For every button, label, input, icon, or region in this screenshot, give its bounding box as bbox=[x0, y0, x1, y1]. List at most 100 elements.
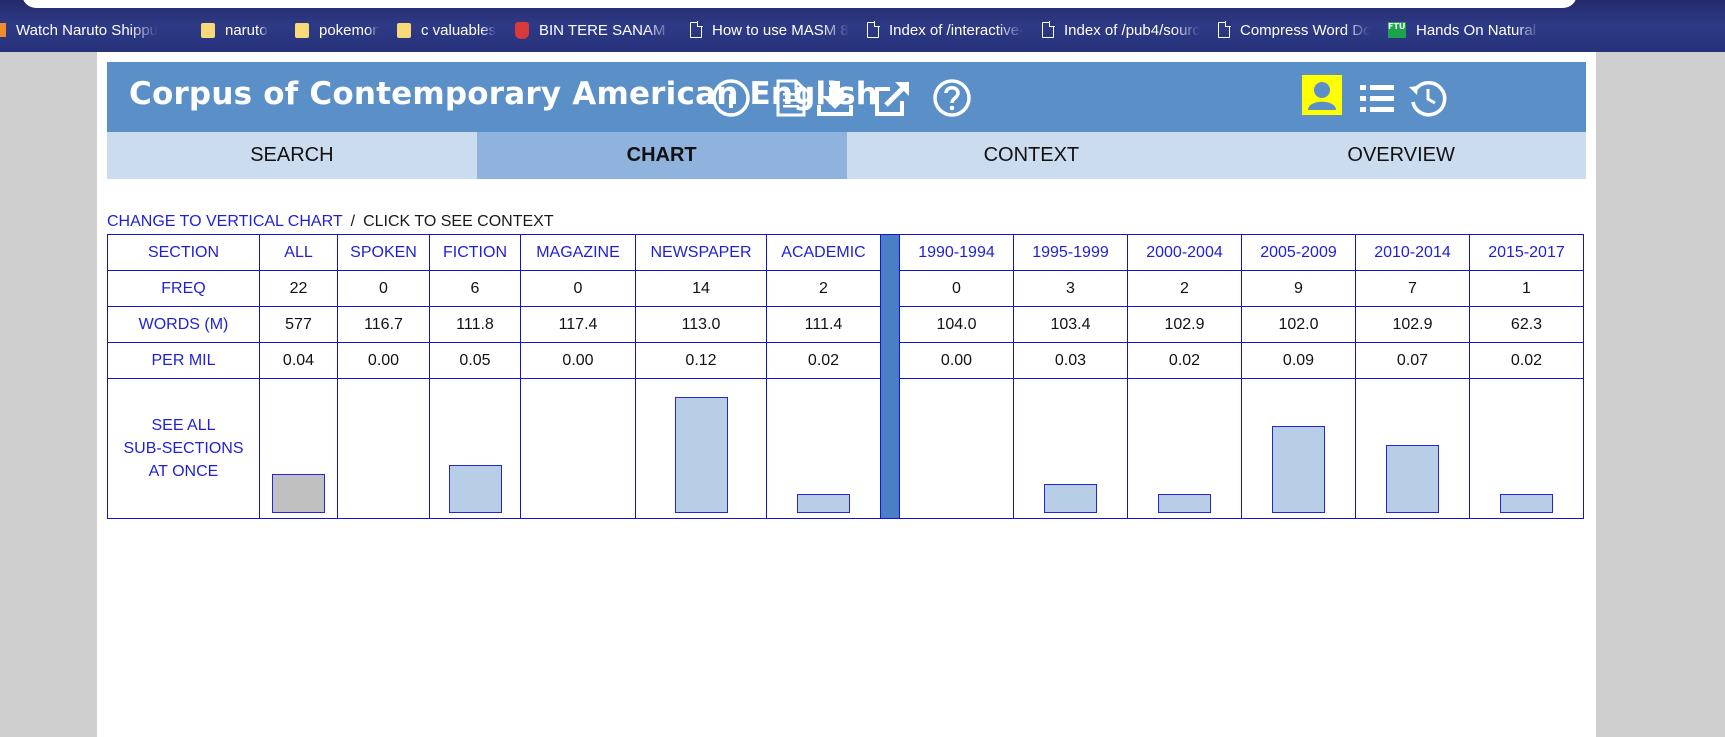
history-icon[interactable] bbox=[1407, 77, 1449, 119]
frequency-bar[interactable] bbox=[1272, 426, 1325, 513]
bar-cell[interactable] bbox=[899, 378, 1014, 519]
bookmark-item[interactable]: Index of /pub4/sourc bbox=[1042, 17, 1200, 43]
permil-cell: 0.02 bbox=[1127, 342, 1242, 379]
bar-cell[interactable] bbox=[520, 378, 636, 519]
tab-overview[interactable]: OVERVIEW bbox=[1216, 132, 1586, 179]
bar-cell[interactable] bbox=[766, 378, 881, 519]
bar-cell[interactable] bbox=[1241, 378, 1356, 519]
section-header-cell[interactable]: ACADEMIC bbox=[766, 234, 881, 271]
section-header-cell[interactable]: 2015-2017 bbox=[1469, 234, 1584, 271]
bar-cell[interactable] bbox=[1013, 378, 1128, 519]
subsections-label-line: SEE ALL bbox=[151, 417, 216, 434]
page-icon bbox=[1218, 21, 1231, 38]
page-icon bbox=[1042, 21, 1055, 38]
words-cell: 116.7 bbox=[337, 306, 430, 343]
see-all-subsections-link[interactable]: SEE ALL SUB-SECTIONS AT ONCE bbox=[107, 378, 260, 519]
section-header-cell[interactable]: MAGAZINE bbox=[520, 234, 636, 271]
document-icon[interactable] bbox=[769, 77, 811, 119]
frequency-table: SECTION ALL SPOKEN FICTION MAGAZINE NEWSPAPER… bbox=[107, 234, 1584, 519]
section-header-cell[interactable]: SPOKEN bbox=[337, 234, 430, 271]
bookmark-item[interactable]: pokemon bbox=[295, 17, 379, 43]
section-header-cell[interactable]: 1990-1994 bbox=[899, 234, 1014, 271]
bar-cell[interactable] bbox=[259, 378, 338, 519]
bar-cell[interactable] bbox=[1469, 378, 1584, 519]
section-header-cell[interactable]: 2010-2014 bbox=[1355, 234, 1470, 271]
freq-cell[interactable]: 1 bbox=[1469, 270, 1584, 307]
table-row: PER MIL 0.04 0.00 0.05 0.00 0.12 0.02 0.00 0.03 0… bbox=[107, 342, 1584, 379]
frequency-bar[interactable] bbox=[1044, 484, 1097, 513]
table-row: SECTION ALL SPOKEN FICTION MAGAZINE NEWSPAPER… bbox=[107, 234, 1584, 519]
bar-cell[interactable] bbox=[337, 378, 430, 519]
freq-cell[interactable]: 3 bbox=[1013, 270, 1128, 307]
frequency-bar[interactable] bbox=[797, 494, 850, 513]
frequency-bar[interactable] bbox=[1500, 494, 1553, 513]
page-title: Corpus of Contemporary American English bbox=[129, 76, 879, 112]
bookmark-item[interactable]: How to use MASM 8( bbox=[690, 17, 849, 43]
chart-links: CHANGE TO VERTICAL CHART / CLICK TO SEE CO… bbox=[107, 213, 554, 231]
freq-row-label: FREQ bbox=[107, 270, 260, 307]
bookmark-item[interactable]: BIN TERE SANAM - P bbox=[515, 17, 672, 43]
download-icon[interactable] bbox=[814, 77, 856, 119]
permil-cell: 0.02 bbox=[766, 342, 881, 379]
info-icon[interactable] bbox=[710, 77, 752, 119]
freq-cell[interactable]: 0 bbox=[337, 270, 430, 307]
bookmark-item[interactable]: Index of /interactive-l bbox=[867, 17, 1024, 43]
frequency-bar[interactable] bbox=[448, 465, 502, 513]
section-header-cell[interactable]: FICTION bbox=[429, 234, 521, 271]
words-cell: 104.0 bbox=[899, 306, 1014, 343]
page-icon bbox=[867, 21, 880, 38]
bookmark-item[interactable]: FTU Hands On Natural La bbox=[1388, 17, 1540, 43]
folder-icon bbox=[397, 22, 411, 38]
section-header-cell[interactable]: ALL bbox=[259, 234, 338, 271]
bookmark-item[interactable]: c valuables bbox=[397, 17, 497, 43]
freq-cell[interactable]: 6 bbox=[429, 270, 521, 307]
bookmark-item[interactable]: naruto bbox=[201, 17, 277, 43]
words-cell: 117.4 bbox=[520, 306, 636, 343]
freq-cell[interactable]: 2 bbox=[766, 270, 881, 307]
frequency-bar[interactable] bbox=[1158, 494, 1211, 513]
bookmark-label: Index of /interactive-l bbox=[889, 21, 1024, 39]
freq-cell[interactable]: 2 bbox=[1127, 270, 1242, 307]
freq-cell[interactable]: 0 bbox=[520, 270, 636, 307]
section-header-cell[interactable]: 1995-1999 bbox=[1013, 234, 1128, 271]
vertical-chart-link[interactable]: CHANGE TO VERTICAL CHART bbox=[107, 213, 343, 230]
freq-cell[interactable]: 14 bbox=[635, 270, 767, 307]
freq-cell[interactable]: 9 bbox=[1241, 270, 1356, 307]
bar-cell[interactable] bbox=[1355, 378, 1470, 519]
bookmark-label: pokemon bbox=[319, 21, 379, 39]
words-cell: 102.9 bbox=[1127, 306, 1242, 343]
bookmark-label: naruto bbox=[225, 21, 268, 39]
words-cell: 111.8 bbox=[429, 306, 521, 343]
frequency-bar[interactable] bbox=[1386, 445, 1439, 513]
bar-cell[interactable] bbox=[429, 378, 521, 519]
external-link-icon[interactable] bbox=[872, 77, 914, 119]
help-icon[interactable] bbox=[931, 77, 973, 119]
permil-cell: 0.09 bbox=[1241, 342, 1356, 379]
tab-search[interactable]: SEARCH bbox=[107, 132, 477, 179]
freq-cell[interactable]: 7 bbox=[1355, 270, 1470, 307]
subsections-label-line: SUB-SECTIONS bbox=[123, 440, 244, 457]
address-bar-edge[interactable] bbox=[22, 0, 1577, 8]
freq-cell[interactable]: 22 bbox=[259, 270, 338, 307]
bookmark-item[interactable]: Watch Naruto Shippu bbox=[0, 17, 165, 43]
words-cell: 113.0 bbox=[635, 306, 767, 343]
frequency-bar[interactable] bbox=[272, 474, 325, 513]
section-header-cell[interactable]: 2000-2004 bbox=[1127, 234, 1242, 271]
permil-cell: 0.00 bbox=[520, 342, 636, 379]
frequency-bar[interactable] bbox=[674, 397, 728, 513]
freq-cell[interactable]: 0 bbox=[899, 270, 1014, 307]
words-row-label: WORDS (M) bbox=[107, 306, 260, 343]
bookmark-item[interactable]: Compress Word Docu bbox=[1218, 17, 1370, 43]
section-header-cell[interactable]: 2005-2009 bbox=[1241, 234, 1356, 271]
bar-cell[interactable] bbox=[1127, 378, 1242, 519]
permil-row-label: PER MIL bbox=[107, 342, 260, 379]
tab-context[interactable]: CONTEXT bbox=[846, 132, 1217, 179]
words-cell: 62.3 bbox=[1469, 306, 1584, 343]
list-icon[interactable] bbox=[1356, 77, 1398, 119]
tab-chart[interactable]: CHART bbox=[476, 132, 847, 179]
bar-cell[interactable] bbox=[635, 378, 767, 519]
section-header-cell[interactable]: NEWSPAPER bbox=[635, 234, 767, 271]
subsections-label-line: AT ONCE bbox=[148, 463, 219, 480]
page-icon bbox=[690, 21, 703, 38]
user-icon[interactable] bbox=[1302, 75, 1342, 115]
